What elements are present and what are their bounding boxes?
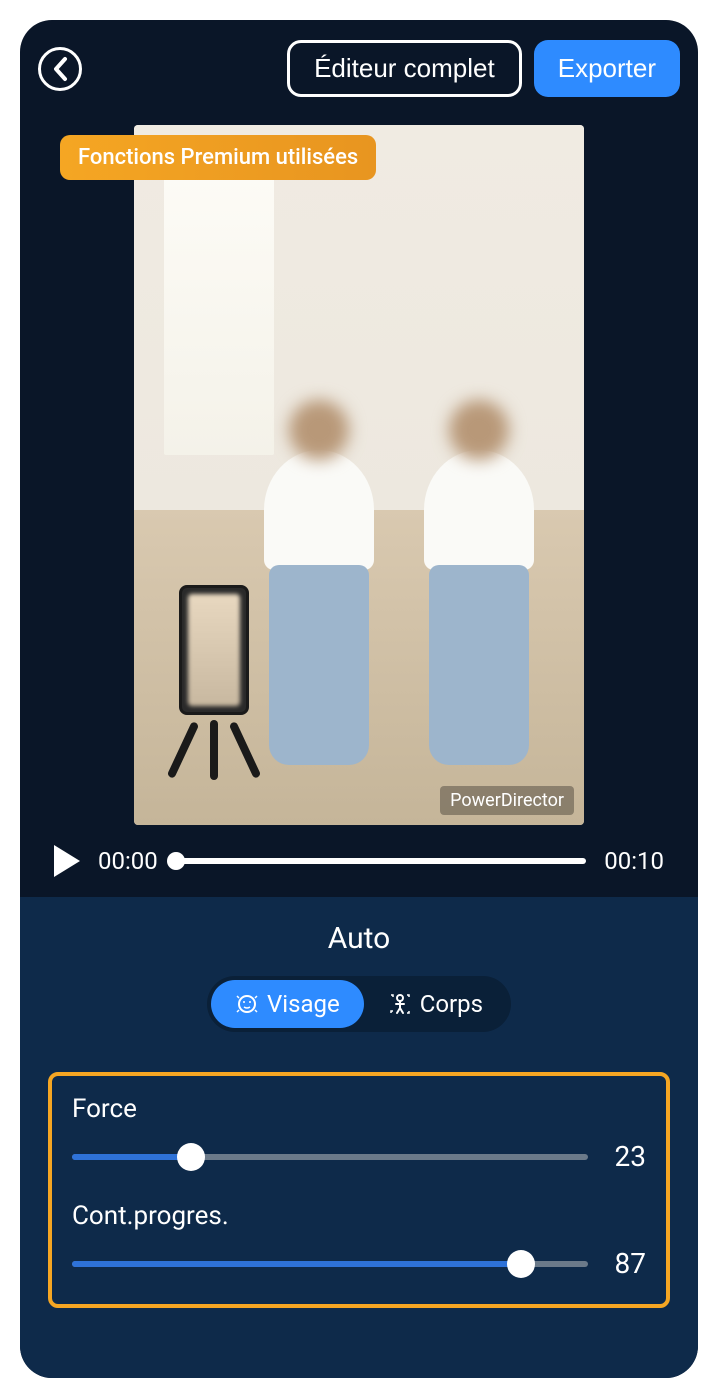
segment-control: Visage Corps (207, 976, 511, 1032)
full-editor-button[interactable]: Éditeur complet (287, 40, 522, 97)
premium-badge: Fonctions Premium utilisées (60, 135, 376, 180)
slider-group-force: Force 23 (72, 1094, 646, 1173)
slider-value: 87 (606, 1247, 646, 1280)
progress-thumb[interactable] (167, 852, 185, 870)
segment-label: Visage (267, 990, 340, 1018)
app-frame: Éditeur complet Exporter Fonctions Premi… (20, 20, 698, 1378)
slider-fill (72, 1261, 521, 1267)
body-icon (388, 992, 412, 1016)
scene (134, 125, 584, 825)
playback-progress[interactable] (176, 858, 586, 864)
slider-thumb[interactable] (177, 1143, 205, 1171)
slider-label: Force (72, 1094, 646, 1124)
slider-force[interactable] (72, 1154, 588, 1160)
preview-area: Fonctions Premium utilisées (20, 117, 698, 825)
playback-bar: 00:00 00:10 (20, 825, 698, 897)
slider-value: 23 (606, 1140, 646, 1173)
watermark: PowerDirector (440, 786, 574, 815)
video-preview[interactable]: PowerDirector (134, 125, 584, 825)
back-button[interactable] (38, 47, 82, 91)
segment-corps[interactable]: Corps (364, 980, 507, 1028)
slider-fill (72, 1154, 191, 1160)
export-button[interactable]: Exporter (534, 40, 680, 97)
slider-cont-progres[interactable] (72, 1261, 588, 1267)
total-time: 00:10 (604, 847, 664, 875)
controls-panel: Auto Visage Corps (20, 897, 698, 1378)
slider-thumb[interactable] (507, 1250, 535, 1278)
current-time: 00:00 (98, 847, 158, 875)
slider-group-cont-progres: Cont.progres. 87 (72, 1201, 646, 1280)
sliders-highlight: Force 23 Cont.progres. 87 (48, 1072, 670, 1308)
play-button[interactable] (54, 845, 80, 877)
slider-label: Cont.progres. (72, 1201, 646, 1231)
header: Éditeur complet Exporter (20, 20, 698, 117)
segment-visage[interactable]: Visage (211, 980, 364, 1028)
face-icon (235, 992, 259, 1016)
chevron-left-icon (51, 56, 69, 82)
mode-title: Auto (328, 921, 391, 956)
segment-label: Corps (420, 990, 483, 1018)
